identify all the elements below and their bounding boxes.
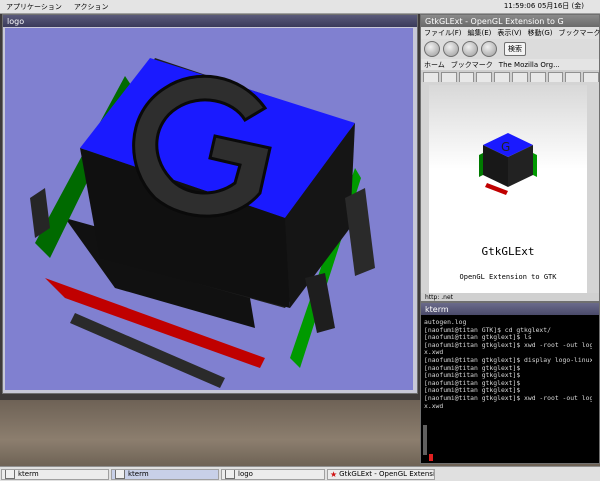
svg-text:G: G (501, 140, 510, 154)
terminal-icon (5, 469, 15, 479)
home-link[interactable]: ホーム (421, 60, 448, 70)
menu-view[interactable]: 表示(V) (494, 28, 524, 38)
menu-go[interactable]: 移動(G) (525, 28, 556, 38)
browser-title: GtkGLExt - OpenGL Extension to G (425, 16, 564, 26)
gtkglext-logo-thumbnail: G (479, 133, 537, 195)
page-content: G GtkGLExt OpenGL Extension to GTK (429, 85, 587, 295)
window-icon (225, 469, 235, 479)
kterm-window[interactable]: kterm autogen.log [naofumi@titan GTK]$ cd… (420, 302, 600, 464)
terminal-cursor (429, 454, 433, 461)
tab[interactable] (440, 72, 457, 82)
mozilla-star-icon: ★ (330, 469, 338, 479)
reload-button[interactable] (462, 41, 478, 57)
page-title: GtkGLExt (481, 245, 535, 258)
task-label: kterm (128, 470, 149, 478)
status-text: http: .net (425, 293, 453, 301)
applications-menu[interactable]: アプリケーション (0, 2, 68, 12)
browser-window[interactable]: GtkGLExt - OpenGL Extension to G ファイル(F)… (420, 14, 600, 302)
logo-window[interactable]: logo (2, 14, 418, 394)
bookmarks-link[interactable]: ブックマーク (448, 60, 496, 70)
task-kterm-1[interactable]: kterm (1, 468, 109, 480)
terminal-output[interactable]: autogen.log [naofumi@titan GTK]$ cd gtkgl… (424, 319, 592, 410)
task-label: kterm (18, 470, 39, 478)
taskbar: kterm kterm logo ★ GtkGLExt - OpenGL Ext… (0, 466, 600, 481)
search-button[interactable]: 検索 (504, 42, 526, 56)
terminal-line: [naofumi@titan gtkglext]$ xwd -root -out… (424, 340, 592, 349)
tab[interactable] (476, 72, 493, 82)
task-label: logo (238, 470, 253, 478)
page-subtitle: OpenGL Extension to GTK (459, 273, 557, 281)
menu-bookmarks[interactable]: ブックマーク (556, 28, 600, 38)
right-bar-upper (345, 188, 375, 276)
terminal-line: [naofumi@titan gtkglext]$ xwd -root -out… (424, 393, 592, 402)
panel-clock[interactable]: 11:59:06 05月16日 (金) (504, 1, 584, 11)
mozilla-org-link[interactable]: The Mozilla Org... (496, 61, 563, 69)
task-kterm-2[interactable]: kterm (111, 468, 219, 480)
tab[interactable] (565, 72, 582, 82)
top-panel: アプリケーション アクション 11:59:06 05月16日 (金) (0, 0, 600, 14)
gtkglext-logo-render (30, 58, 375, 388)
tab[interactable] (494, 72, 510, 82)
forward-button[interactable] (443, 41, 459, 57)
navigation-toolbar: 検索 (421, 39, 599, 59)
tab[interactable] (529, 72, 546, 82)
tab[interactable] (423, 72, 439, 82)
menu-file[interactable]: ファイル(F) (421, 28, 465, 38)
task-label: GtkGLExt - OpenGL Extension to GTK (339, 470, 435, 478)
tab-strip (421, 70, 599, 82)
tab[interactable] (511, 72, 528, 82)
kterm-title: kterm (425, 304, 449, 314)
terminal-icon (115, 469, 125, 479)
tab[interactable] (583, 72, 599, 82)
kterm-titlebar[interactable]: kterm (421, 303, 599, 315)
logo-window-title: logo (7, 16, 25, 26)
tab[interactable] (458, 72, 475, 82)
opengl-render-area[interactable] (5, 28, 413, 390)
actions-menu[interactable]: アクション (68, 2, 115, 12)
back-button[interactable] (424, 41, 440, 57)
browser-titlebar[interactable]: GtkGLExt - OpenGL Extension to G (421, 15, 599, 27)
task-browser[interactable]: ★ GtkGLExt - OpenGL Extension to GTK (327, 468, 435, 480)
menu-edit[interactable]: 編集(E) (465, 28, 495, 38)
task-logo[interactable]: logo (221, 468, 325, 480)
stop-button[interactable] (481, 41, 497, 57)
tab[interactable] (547, 72, 564, 82)
terminal-line: x.xwd (424, 401, 444, 410)
personal-toolbar: ホーム ブックマーク The Mozilla Org... (421, 59, 599, 70)
terminal-scrollbar[interactable] (423, 425, 427, 455)
browser-menubar: ファイル(F) 編集(E) 表示(V) 移動(G) ブックマーク (421, 27, 600, 39)
browser-statusbar: http: .net (421, 293, 599, 301)
logo-window-titlebar[interactable]: logo (3, 15, 417, 27)
